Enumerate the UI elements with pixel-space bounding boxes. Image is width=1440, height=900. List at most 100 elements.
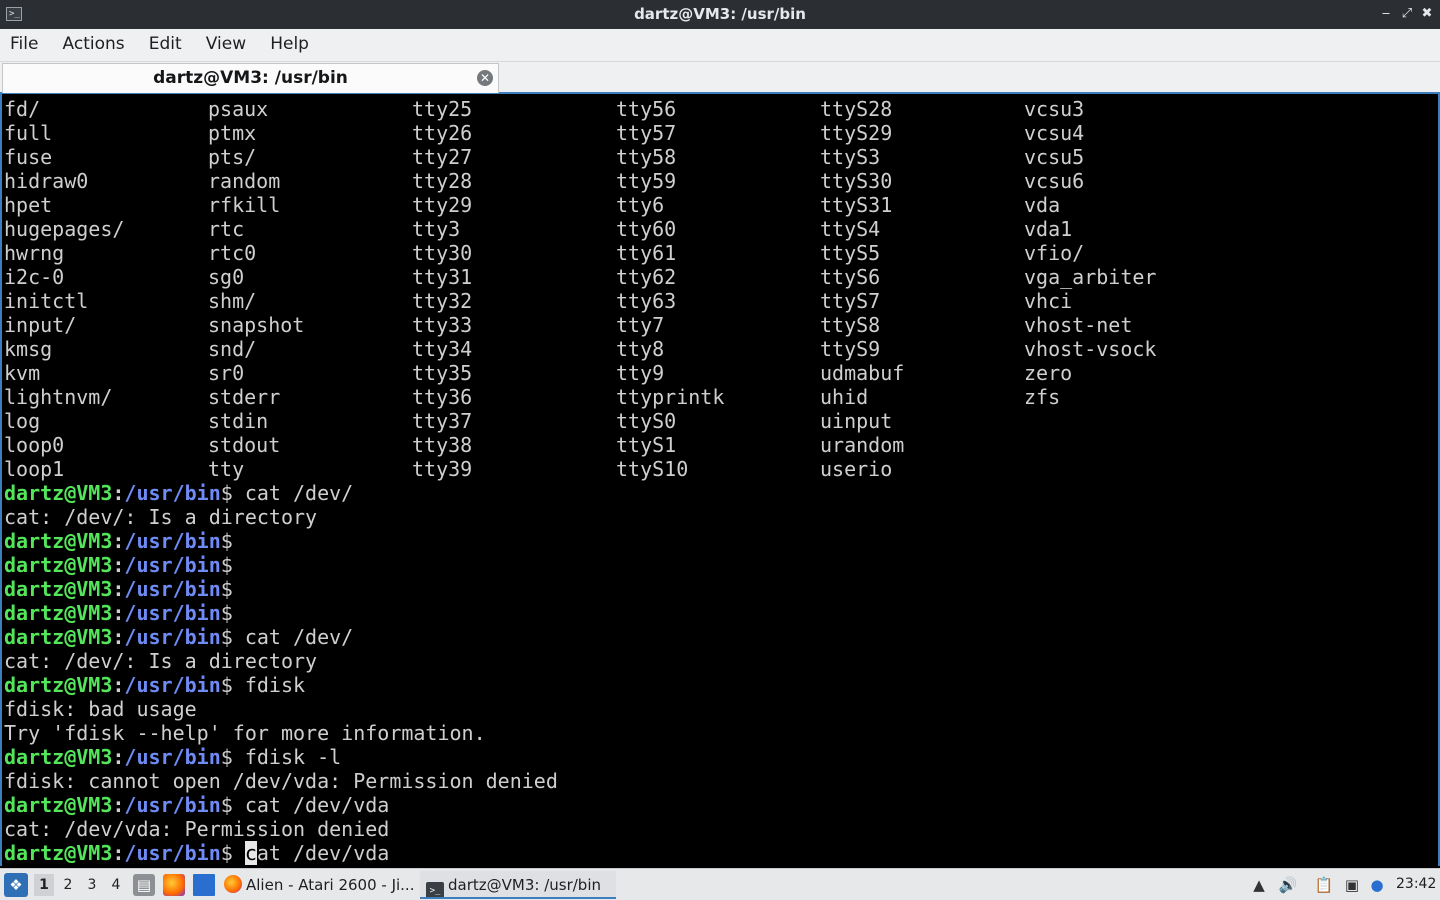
prompt-dollar: $ <box>220 673 233 697</box>
listing-row: log stdin tty37 ttyS0 uinput <box>4 409 1434 433</box>
window-titlebar[interactable]: >_ dartz@VM3: /usr/bin ‒ ⤢ ✖ <box>0 0 1440 29</box>
tab-terminal[interactable]: dartz@VM3: /usr/bin ✕ <box>2 63 499 93</box>
listing-entry: tty59 <box>616 169 677 193</box>
text-cursor[interactable]: c <box>244 841 257 865</box>
listing-entry: tty62 <box>616 265 677 289</box>
prompt-colon: : <box>112 793 125 817</box>
upload-icon[interactable]: ▲ <box>1248 873 1270 897</box>
listing-row: fuse pts/tty27 tty58 ttyS3 vcsu5 <box>4 145 1434 169</box>
listing-entry: ttyS5 <box>820 241 881 265</box>
prompt-user: dartz@VM3 <box>4 745 113 769</box>
listing-entry: tty33 <box>412 313 473 337</box>
listing-entry: tty8 <box>616 337 665 361</box>
listing-entry: ttyS6 <box>820 265 881 289</box>
clock[interactable]: 23:42 <box>1396 869 1436 900</box>
listing-entry: tty38 <box>412 433 473 457</box>
listing-entry: ttyS4 <box>820 217 881 241</box>
output-line: fdisk: bad usage <box>4 697 197 721</box>
menu-file[interactable]: File <box>10 29 38 60</box>
tab-close-icon[interactable]: ✕ <box>477 70 493 86</box>
prompt-dollar: $ <box>220 793 233 817</box>
listing-entry: tty63 <box>616 289 677 313</box>
notification-icon[interactable]: ● <box>1366 873 1388 897</box>
close-icon[interactable]: ✖ <box>1418 5 1436 23</box>
start-menu-icon[interactable]: ❖ <box>4 873 28 897</box>
listing-entry: rfkill <box>208 193 281 217</box>
menu-view[interactable]: View <box>206 29 246 60</box>
prompt-user: dartz@VM3 <box>4 481 113 505</box>
prompt-path: /usr/bin <box>124 529 221 553</box>
menu-help[interactable]: Help <box>270 29 309 60</box>
prompt-user: dartz@VM3 <box>4 529 113 553</box>
listing-row: kmsg snd/tty34 tty8 ttyS9 vhost-vsock <box>4 337 1434 361</box>
listing-entry: vcsu3 <box>1024 97 1085 121</box>
listing-entry: vga_arbiter <box>1024 265 1157 289</box>
listing-entry: tty37 <box>412 409 473 433</box>
listing-entry: ttyS3 <box>820 145 881 169</box>
terminal-icon: >_ <box>426 882 444 897</box>
file-manager-icon[interactable]: ▤ <box>133 874 155 896</box>
prompt-user: dartz@VM3 <box>4 577 113 601</box>
listing-entry: tty57 <box>616 121 677 145</box>
prompt-line: dartz@VM3:/usr/bin$ cat /dev/ <box>4 481 353 505</box>
prompt-dollar: $ <box>220 841 233 865</box>
prompt-path: /usr/bin <box>124 745 221 769</box>
listing-entry: psaux <box>208 97 269 121</box>
command-text <box>233 841 245 865</box>
listing-entry: tty39 <box>412 457 473 481</box>
listing-row: loop0 stdout tty38 ttyS1 urandom <box>4 433 1434 457</box>
prompt-user: dartz@VM3 <box>4 625 113 649</box>
listing-entry: hpet <box>4 193 53 217</box>
listing-entry: tty36 <box>412 385 473 409</box>
listing-row: full ptmx tty26 tty57 ttyS29 vcsu4 <box>4 121 1434 145</box>
prompt-line: dartz@VM3:/usr/bin$ fdisk -l <box>4 745 341 769</box>
listing-entry: pts/ <box>208 145 257 169</box>
prompt-user: dartz@VM3 <box>4 601 113 625</box>
prompt-user: dartz@VM3 <box>4 841 113 865</box>
maximize-icon[interactable]: ⤢ <box>1398 5 1416 23</box>
listing-entry: initctl <box>4 289 89 313</box>
current-prompt-line: dartz@VM3:/usr/bin$ cat /dev/vda <box>4 841 389 865</box>
listing-entry: shm/ <box>208 289 257 313</box>
menu-actions[interactable]: Actions <box>63 29 125 60</box>
listing-row: hwrng rtc0 tty30 tty61 ttyS5 vfio/ <box>4 241 1434 265</box>
prompt-colon: : <box>112 481 125 505</box>
listing-entry: ptmx <box>208 121 257 145</box>
task-terminal[interactable]: >_ dartz@VM3: /usr/bin <box>420 871 616 899</box>
listing-entry: vhci <box>1024 289 1073 313</box>
desktop-3-button[interactable]: 3 <box>82 874 102 896</box>
prompt-path: /usr/bin <box>124 481 221 505</box>
listing-entry: tty56 <box>616 97 677 121</box>
command-text: at /dev/vda <box>256 841 390 865</box>
network-icon[interactable]: ▣ <box>1341 873 1363 897</box>
listing-entry: vcsu6 <box>1024 169 1085 193</box>
listing-row: i2c-0 sg0 tty31 tty62 ttyS6 vga_arbiter <box>4 265 1434 289</box>
desktop-2-button[interactable]: 2 <box>58 874 78 896</box>
listing-entry: tty7 <box>616 313 665 337</box>
command-text: cat /dev/vda <box>232 793 390 817</box>
listing-entry: hwrng <box>4 241 65 265</box>
firefox-icon[interactable] <box>163 874 185 896</box>
volume-icon[interactable]: 🔊 <box>1277 873 1299 897</box>
desktop-4-button[interactable]: 4 <box>106 874 126 896</box>
desktop-1-button[interactable]: 1 <box>34 874 54 896</box>
prompt-dollar: $ <box>220 577 233 601</box>
prompt-colon: : <box>112 841 125 865</box>
listing-entry: i2c-0 <box>4 265 65 289</box>
output-line: cat: /dev/vda: Permission denied <box>4 817 390 841</box>
clipboard-icon[interactable]: 📋 <box>1313 873 1335 897</box>
listing-entry: tty61 <box>616 241 677 265</box>
listing-entry: tty35 <box>412 361 473 385</box>
prompt-colon: : <box>112 673 125 697</box>
terminal-output[interactable]: fd/psaux tty25 tty56 ttyS28 vcsu3 full ptmx tty… <box>0 94 1440 866</box>
menu-edit[interactable]: Edit <box>149 29 182 60</box>
prompt-path: /usr/bin <box>124 793 221 817</box>
listing-entry: tty30 <box>412 241 473 265</box>
listing-entry: kvm <box>4 361 41 385</box>
minimize-icon[interactable]: ‒ <box>1377 5 1395 23</box>
desktop-icon[interactable] <box>193 874 215 896</box>
prompt-line: dartz@VM3:/usr/bin$ <box>4 601 233 625</box>
task-firefox[interactable]: Alien - Atari 2600 - Ji... <box>224 871 414 899</box>
task-terminal-label: dartz@VM3: /usr/bin <box>448 876 601 894</box>
listing-entry: log <box>4 409 41 433</box>
